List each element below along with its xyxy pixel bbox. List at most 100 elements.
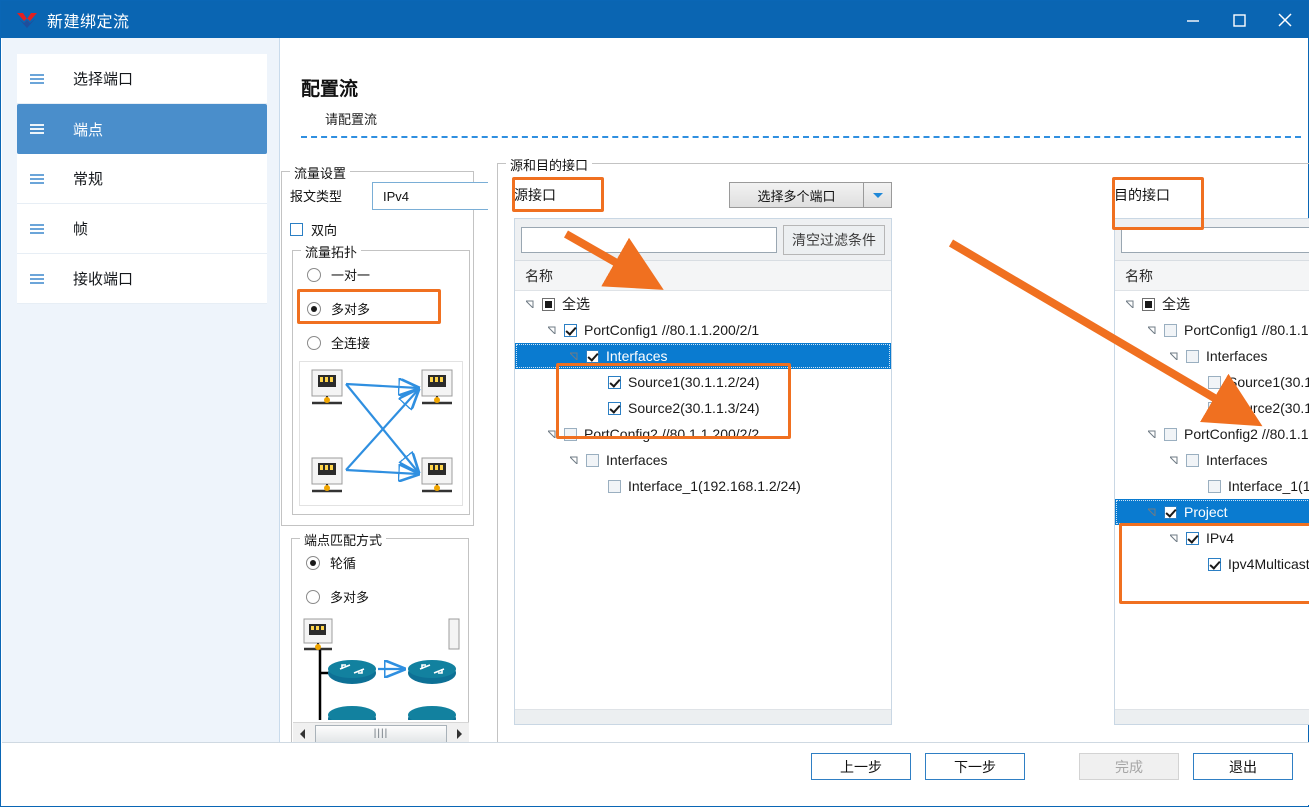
tree-node[interactable]: Project xyxy=(1115,499,1309,525)
expander-collapse-icon[interactable] xyxy=(545,430,559,438)
expander-collapse-icon[interactable] xyxy=(523,300,537,308)
expander-collapse-icon[interactable] xyxy=(1145,508,1159,516)
previous-step-button[interactable]: 上一步 xyxy=(811,753,911,780)
tree-node[interactable]: 全选 xyxy=(1115,291,1309,317)
tree-node-checkbox[interactable] xyxy=(1186,453,1199,467)
expander-collapse-icon[interactable] xyxy=(567,352,581,360)
tree-node-checkbox[interactable] xyxy=(608,401,621,415)
endpoint-match-radio-round-robin[interactable] xyxy=(306,555,320,570)
expander-collapse-icon[interactable] xyxy=(1167,456,1181,464)
sidebar-item-select-port[interactable]: 选择端口 xyxy=(17,54,267,104)
sidebar-item-receive-port[interactable]: 接收端口 xyxy=(17,254,267,304)
packet-type-combobox[interactable]: IPv4 xyxy=(372,182,488,210)
sidebar-item-endpoint[interactable]: 端点 xyxy=(17,104,267,154)
tree-node[interactable]: Interfaces xyxy=(1115,343,1309,369)
tree-node-label: Interfaces xyxy=(1206,452,1268,468)
scroll-left-icon[interactable] xyxy=(293,728,313,740)
tree-node-checkbox[interactable] xyxy=(586,349,599,363)
tree-node[interactable]: Source2(30.1.1.3/24) xyxy=(515,395,891,421)
tree-node[interactable]: Ipv4MulticastGroup_1(232.1.1.1/32) xyxy=(1115,551,1309,577)
tree-node[interactable]: PortConfig1 //80.1.1.200/2/1 xyxy=(1115,317,1309,343)
tree-node[interactable]: Source1(30.1.1.2/24) xyxy=(515,369,891,395)
tree-node-checkbox[interactable] xyxy=(586,453,599,467)
tree-node-checkbox[interactable] xyxy=(608,375,621,389)
tree-node-checkbox[interactable] xyxy=(1186,531,1199,545)
scroll-thumb[interactable]: |||| xyxy=(315,724,447,743)
tree-node-checkbox[interactable] xyxy=(1186,349,1199,363)
finish-button: 完成 xyxy=(1079,753,1179,780)
scroll-right-icon[interactable] xyxy=(449,728,469,740)
source-select-multiple-ports-button[interactable]: 选择多个端口 xyxy=(729,182,892,208)
source-interface-pane: 源接口 选择多个端口 清空过滤条件 名称 全选PortConfig1 //80 xyxy=(512,177,892,725)
source-filter-input[interactable] xyxy=(521,226,777,253)
tree-node[interactable]: Interface_1(192.168.1.2/24) xyxy=(1115,473,1309,499)
tree-node[interactable]: Interface_1(192.168.1.2/24) xyxy=(515,473,891,499)
endpoint-match-radio-many-to-many[interactable] xyxy=(306,589,320,604)
tree-node-checkbox[interactable] xyxy=(564,427,577,441)
tree-node-checkbox[interactable] xyxy=(1164,323,1177,337)
sidebar-item-frame[interactable]: 帧 xyxy=(17,204,267,254)
tree-node-checkbox[interactable] xyxy=(608,479,621,493)
endpoint-match-hscrollbar[interactable]: |||| xyxy=(293,722,469,744)
endpoint-match-title: 端点匹配方式 xyxy=(300,530,387,549)
bidirectional-checkbox[interactable] xyxy=(290,223,303,236)
tree-node[interactable]: Interfaces xyxy=(1115,447,1309,473)
menu-lines-icon xyxy=(17,173,57,185)
expander-collapse-icon[interactable] xyxy=(545,326,559,334)
tree-node[interactable]: PortConfig2 //80.1.1.200/2/2 xyxy=(515,421,891,447)
topology-label-one-to-one: 一对一 xyxy=(331,268,371,283)
tree-node-label: PortConfig1 //80.1.1.200/2/1 xyxy=(1184,322,1309,338)
sidebar: 选择端口 端点 常规 帧 接收端口 xyxy=(2,38,280,744)
tree-node[interactable]: Source2(30.1.1.3/24) xyxy=(1115,395,1309,421)
tree-node-checkbox[interactable] xyxy=(542,297,555,311)
source-tree[interactable]: 全选 PortConfig1 //80.1.1.200/2/1 Interfaces… xyxy=(515,291,891,707)
topology-radio-full-mesh[interactable] xyxy=(307,335,321,350)
tree-node-checkbox[interactable] xyxy=(1208,375,1221,389)
source-clear-filter-button[interactable]: 清空过滤条件 xyxy=(783,224,885,255)
destination-pane-label: 目的接口 xyxy=(1114,187,1170,203)
tree-node-checkbox[interactable] xyxy=(1208,557,1221,571)
source-tree-panel: 清空过滤条件 名称 全选 PortConfig1 //80.1.1.200/2/1… xyxy=(514,218,892,725)
packet-type-label: 报文类型 xyxy=(290,189,343,204)
tree-node[interactable]: Interfaces xyxy=(515,343,891,369)
expander-collapse-icon[interactable] xyxy=(1145,430,1159,438)
page-header: 配置流 请配置流 xyxy=(301,74,377,128)
tree-node[interactable]: PortConfig2 //80.1.1.200/2/2 xyxy=(1115,421,1309,447)
tree-node[interactable]: PortConfig1 //80.1.1.200/2/1 xyxy=(515,317,891,343)
expander-collapse-icon[interactable] xyxy=(1123,300,1137,308)
close-icon[interactable] xyxy=(1262,1,1308,38)
source-tree-hscrollbar[interactable] xyxy=(515,709,891,724)
next-step-button[interactable]: 下一步 xyxy=(925,753,1025,780)
exit-button[interactable]: 退出 xyxy=(1193,753,1293,780)
destination-column-header: 名称 xyxy=(1115,261,1309,291)
sidebar-item-general[interactable]: 常规 xyxy=(17,154,267,204)
expander-collapse-icon[interactable] xyxy=(1167,534,1181,542)
tree-node-checkbox[interactable] xyxy=(564,323,577,337)
source-pane-header: 源接口 选择多个端口 xyxy=(514,180,892,210)
destination-tree-hscrollbar[interactable] xyxy=(1115,709,1309,724)
minimize-icon[interactable] xyxy=(1170,1,1216,38)
chevron-down-icon[interactable] xyxy=(864,182,892,208)
topology-radio-one-to-one[interactable] xyxy=(307,267,321,282)
endpoint-match-label-many-to-many: 多对多 xyxy=(330,590,370,605)
tree-node[interactable]: IPv4 xyxy=(1115,525,1309,551)
expander-collapse-icon[interactable] xyxy=(1145,326,1159,334)
destination-filter-input[interactable] xyxy=(1121,226,1309,253)
tree-node-label: Interfaces xyxy=(606,348,668,364)
dialog-window: 新建绑定流 选择端口 端点 常规 帧 接收端口 配置流 请配置流 流量设置 报文… xyxy=(0,0,1309,807)
destination-tree[interactable]: 全选 PortConfig1 //80.1.1.200/2/1 Interfaces… xyxy=(1115,291,1309,707)
tree-node-checkbox[interactable] xyxy=(1208,479,1221,493)
tree-node-checkbox[interactable] xyxy=(1142,297,1155,311)
tree-node-label: Source1(30.1.1.2/24) xyxy=(628,374,760,390)
tree-node[interactable]: Source1(30.1.1.2/24) xyxy=(1115,369,1309,395)
expander-collapse-icon[interactable] xyxy=(1167,352,1181,360)
tree-node[interactable]: Interfaces xyxy=(515,447,891,473)
tree-node[interactable]: 全选 xyxy=(515,291,891,317)
expander-collapse-icon[interactable] xyxy=(567,456,581,464)
tree-node-checkbox[interactable] xyxy=(1208,401,1221,415)
footer-buttons: 上一步 下一步 完成 退出 xyxy=(811,753,1293,780)
tree-node-checkbox[interactable] xyxy=(1164,427,1177,441)
tree-node-checkbox[interactable] xyxy=(1164,505,1177,519)
topology-radio-many-to-many[interactable] xyxy=(307,301,321,316)
maximize-icon[interactable] xyxy=(1216,1,1262,38)
